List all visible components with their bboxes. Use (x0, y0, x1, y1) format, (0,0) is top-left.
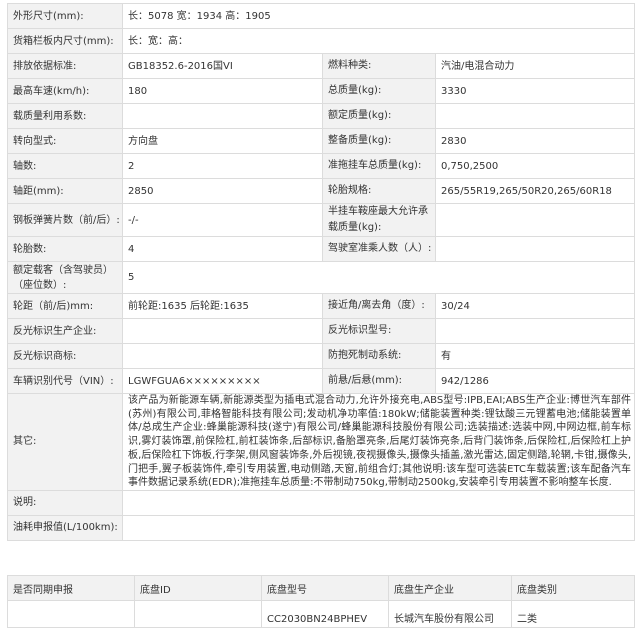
spec-row: 车辆识别代号（VIN）: LGWFGUA6××××××××× 前悬/后悬(mm): 9… (7, 368, 636, 394)
spec-value: 30/24 (434, 293, 636, 319)
spec-value: 前轮距:1635 后轮距:1635 (122, 293, 323, 319)
spec-value: 942/1286 (434, 368, 636, 394)
spec-row: 外形尺寸(mm): 长：5078 宽：1934 高：1905 (7, 3, 636, 29)
spec-value (434, 236, 636, 262)
spec-label: 整备质量(kg): (322, 128, 436, 154)
spec-label: 转向型式: (7, 128, 123, 154)
spec-value: 265/55R19,265/50R20,265/60R18 (434, 178, 636, 204)
spec-value: 长：宽：高： (121, 28, 636, 54)
spec-value (122, 318, 323, 344)
spec-value: -/- (122, 203, 323, 237)
chassis-cell-same-period (7, 600, 135, 628)
fuel-consumption-label: 油耗申报值(L/100km): (7, 514, 123, 541)
chassis-cell-model: CC2030BN24BPHEV (261, 600, 389, 628)
spec-value: 长：5078 宽：1934 高：1905 (121, 3, 636, 29)
spec-row: 轴距(mm): 2850 轮胎规格: 265/55R19,265/50R20,265/… (7, 178, 636, 204)
chassis-cell-id (134, 600, 262, 628)
spec-row: 轮距（前/后)mm: 前轮距:1635 后轮距:1635 接近角/离去角（度）: 30… (7, 293, 636, 319)
chassis-model-value: CC2030BN24BPHEV (267, 613, 368, 625)
spec-value: 有 (434, 343, 636, 369)
spec-value: 180 (122, 78, 323, 104)
spec-label: 总质量(kg): (322, 78, 436, 104)
spec-value: 2830 (434, 128, 636, 154)
chassis-header-manufacturer: 底盘生产企业 (388, 575, 512, 601)
spec-value: 3330 (434, 78, 636, 104)
fuel-row: 油耗申报值(L/100km): (7, 514, 636, 541)
chassis-header-id: 底盘ID (134, 575, 262, 601)
spec-label: 接近角/离去角（度）: (322, 293, 436, 319)
other-row: 其它: 该产品为新能源车辆,新能源类型为插电式混合动力,允许外接充电,ABS型号:… (7, 393, 636, 491)
spec-label: 反光标识型号: (322, 318, 436, 344)
note-row: 说明: (7, 489, 636, 516)
spec-value (434, 203, 636, 237)
spec-label: 轴距(mm): (7, 178, 123, 204)
spec-row: 转向型式: 方向盘 整备质量(kg): 2830 (7, 128, 636, 154)
spec-label: 防抱死制动系统: (322, 343, 436, 369)
spec-value: 0,750,2500 (434, 153, 636, 179)
spec-label: 钢板弹簧片数（前/后）: (7, 203, 123, 237)
spec-row: 轴数: 2 准拖挂车总质量(kg): 0,750,2500 (7, 153, 636, 179)
spec-label: 轮距（前/后)mm: (7, 293, 123, 319)
spec-label: 反光标识生产企业: (7, 318, 123, 344)
spec-label: 半挂车鞍座最大允许承载质量(kg): (322, 203, 436, 237)
spec-value: 4 (122, 236, 323, 262)
spec-row: 最高车速(km/h): 180 总质量(kg): 3330 (7, 78, 636, 104)
spec-value (434, 318, 636, 344)
spec-table: 外形尺寸(mm): 长：5078 宽：1934 高：1905 货箱栏板内尺寸(mm)… (7, 3, 636, 541)
spec-label: 驾驶室准乘人数（人）: (322, 236, 436, 262)
spec-value: 2 (122, 153, 323, 179)
spec-label: 车辆识别代号（VIN）: (7, 368, 123, 394)
chassis-cell-category: 二类 (511, 600, 635, 628)
spec-row: 货箱栏板内尺寸(mm): 长：宽：高： (7, 28, 636, 54)
spec-value (122, 103, 323, 129)
spec-label: 最高车速(km/h): (7, 78, 123, 104)
spec-row: 反光标识商标: 防抱死制动系统: 有 (7, 343, 636, 369)
spec-row: 排放依据标准: GB18352.6-2016国VI 燃料种类: 汽油/电混合动力 (7, 53, 636, 79)
spec-label: 排放依据标准: (7, 53, 123, 79)
chassis-header-model: 底盘型号 (261, 575, 389, 601)
chassis-header-same-period: 是否同期申报 (7, 575, 135, 601)
chassis-table: 是否同期申报 底盘ID 底盘型号 底盘生产企业 底盘类别 CC2030BN24B… (7, 575, 635, 628)
spec-table-body: 外形尺寸(mm): 长：5078 宽：1934 高：1905 货箱栏板内尺寸(mm)… (7, 3, 636, 541)
spec-label: 燃料种类: (322, 53, 436, 79)
spec-label: 货箱栏板内尺寸(mm): (7, 28, 123, 54)
chassis-row: CC2030BN24BPHEV 长城汽车股份有限公司 二类 (7, 600, 635, 628)
spec-label: 载质量利用系数: (7, 103, 123, 129)
chassis-cell-manufacturer: 长城汽车股份有限公司 (388, 600, 512, 628)
spec-label: 轴数: (7, 153, 123, 179)
spec-value: 方向盘 (122, 128, 323, 154)
spec-label: 准拖挂车总质量(kg): (322, 153, 436, 179)
spec-value: LGWFGUA6××××××××× (122, 368, 323, 394)
note-label: 说明: (7, 489, 123, 516)
spec-value (122, 343, 323, 369)
spec-value: 5 (121, 261, 636, 294)
note-value (121, 489, 636, 516)
other-description: 该产品为新能源车辆,新能源类型为插电式混合动力,允许外接充电,ABS型号:IPB… (121, 393, 636, 491)
fuel-consumption-value (121, 514, 636, 541)
other-label: 其它: (7, 393, 123, 491)
chassis-header-category: 底盘类别 (511, 575, 635, 601)
spec-value (434, 103, 636, 129)
spec-value: 2850 (122, 178, 323, 204)
chassis-category-value: 二类 (517, 613, 537, 625)
spec-label: 反光标识商标: (7, 343, 123, 369)
chassis-header-row: 是否同期申报 底盘ID 底盘型号 底盘生产企业 底盘类别 (7, 575, 635, 601)
spec-label: 额定质量(kg): (322, 103, 436, 129)
chassis-manufacturer-value: 长城汽车股份有限公司 (394, 613, 494, 625)
spec-row: 额定载客（含驾驶员）（座位数）: 5 (7, 261, 636, 294)
spec-value: 汽油/电混合动力 (434, 53, 636, 79)
spec-row: 钢板弹簧片数（前/后）: -/- 半挂车鞍座最大允许承载质量(kg): (7, 203, 636, 237)
spec-value: GB18352.6-2016国VI (122, 53, 323, 79)
spec-label: 轮胎数: (7, 236, 123, 262)
spec-row: 反光标识生产企业: 反光标识型号: (7, 318, 636, 344)
spec-label: 前悬/后悬(mm): (322, 368, 436, 394)
spec-row: 载质量利用系数: 额定质量(kg): (7, 103, 636, 129)
spec-label: 轮胎规格: (322, 178, 436, 204)
vehicle-spec-page: 外形尺寸(mm): 长：5078 宽：1934 高：1905 货箱栏板内尺寸(mm)… (0, 0, 640, 628)
spec-label: 外形尺寸(mm): (7, 3, 123, 29)
spec-label: 额定载客（含驾驶员）（座位数）: (7, 261, 123, 294)
spec-row: 轮胎数: 4 驾驶室准乘人数（人）: (7, 236, 636, 262)
